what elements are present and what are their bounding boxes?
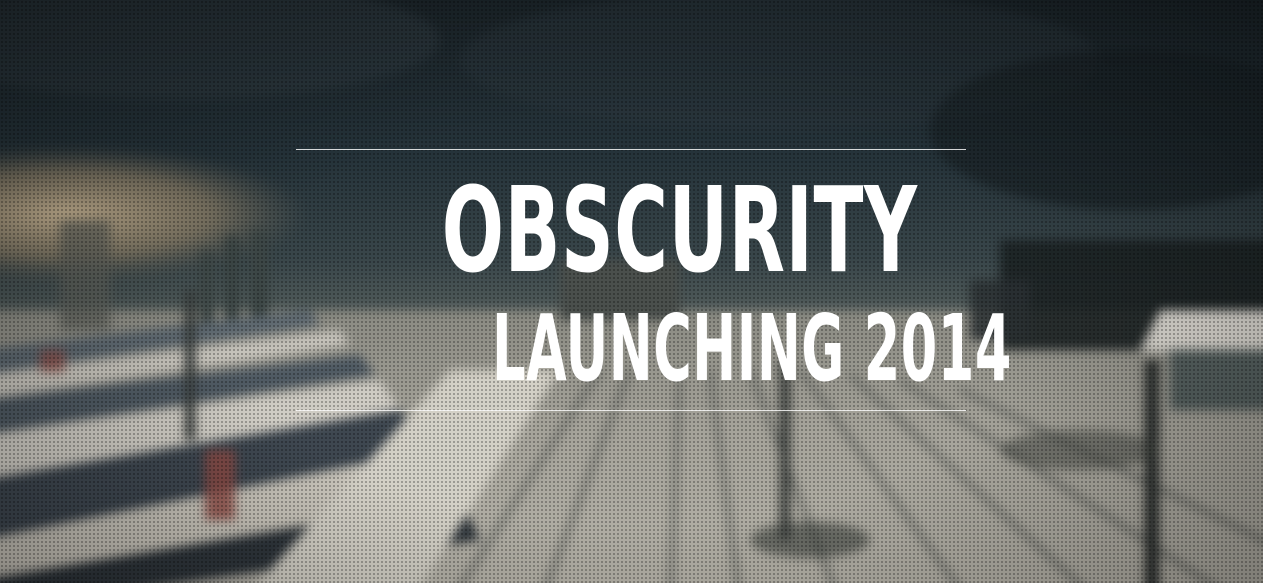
title-block: OBSCURITY LAUNCHING 2014 <box>296 149 1011 411</box>
hero-section: OBSCURITY LAUNCHING 2014 <box>0 0 1263 583</box>
site-title: OBSCURITY <box>296 171 966 289</box>
bottom-divider <box>296 410 966 411</box>
launch-subtitle-text: LAUNCHING 2014 <box>492 295 1012 402</box>
top-divider <box>296 149 966 150</box>
launch-subtitle: LAUNCHING 2014 <box>296 303 1011 395</box>
site-title-text: OBSCURITY <box>441 161 918 299</box>
